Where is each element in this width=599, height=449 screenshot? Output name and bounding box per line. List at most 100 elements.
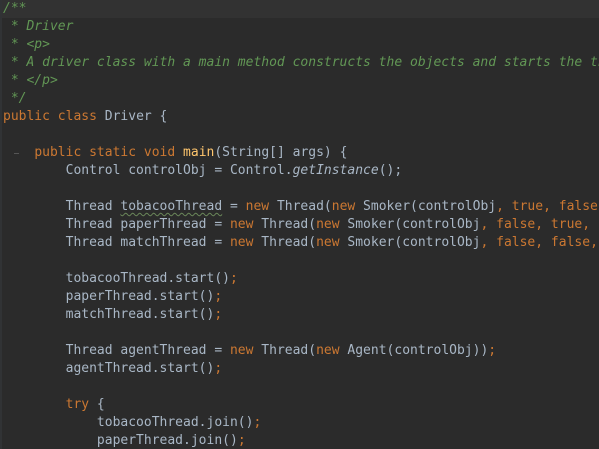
code-line: try { bbox=[3, 396, 599, 414]
code-text: Driver { bbox=[96, 109, 168, 124]
code-line: Thread paperThread = new Thread(new Smok… bbox=[3, 216, 599, 234]
comma: , bbox=[543, 199, 551, 214]
empty-line bbox=[3, 378, 599, 396]
keyword: void bbox=[143, 145, 176, 160]
code-text: Smoker(controlObj bbox=[339, 235, 481, 250]
code-text: Agent(controlObj)) bbox=[339, 343, 489, 358]
typo-identifier: tobacooThread bbox=[120, 199, 223, 214]
doc-comment: * <p> bbox=[3, 37, 50, 52]
empty-line bbox=[3, 126, 599, 144]
comma: , bbox=[582, 217, 591, 232]
code-text: Thread paperThread = bbox=[3, 217, 230, 232]
keyword: public bbox=[34, 145, 82, 160]
code-line: tobacooThread.start(); bbox=[3, 270, 599, 288]
code-line: Thread agentThread = new Thread(new Agen… bbox=[3, 342, 599, 360]
doc-comment: /** bbox=[3, 1, 27, 16]
keyword: new bbox=[316, 343, 340, 358]
semicolon: ; bbox=[214, 361, 223, 376]
code-line: tobacooThread.join(); bbox=[3, 414, 599, 432]
keyword: try bbox=[65, 397, 90, 412]
code-text: agentThread.start() bbox=[3, 361, 215, 376]
code-text: Thread( bbox=[269, 199, 332, 214]
code-line: paperThread.start(); bbox=[3, 288, 599, 306]
code-text: paperThread.join() bbox=[3, 433, 238, 448]
keyword: true bbox=[550, 217, 583, 232]
code-line: * A driver class with a main method cons… bbox=[3, 54, 599, 72]
code-text: Thread matchThread = bbox=[3, 235, 230, 250]
code-text: tobacooThread.start() bbox=[3, 271, 230, 286]
keyword: false bbox=[496, 217, 536, 232]
doc-comment: * Driver bbox=[3, 19, 74, 34]
code-line: Thread matchThread = new Thread(new Smok… bbox=[3, 234, 599, 252]
code-text: Thread( bbox=[253, 343, 317, 358]
code-text: (); bbox=[378, 163, 403, 178]
comma: , bbox=[496, 199, 504, 214]
code-line: matchThread.start(); bbox=[3, 306, 599, 324]
code-text: Smoker(controlObj bbox=[339, 217, 481, 232]
comma: , bbox=[590, 235, 598, 250]
code-line: Thread tobacooThread = new Thread(new Sm… bbox=[3, 198, 599, 216]
code-line: * </p> bbox=[3, 72, 599, 90]
code-line: * Driver bbox=[3, 18, 599, 36]
code-line: public class Driver { bbox=[3, 108, 599, 126]
code-text: Control controlObj = Control. bbox=[3, 163, 293, 178]
comma: , bbox=[535, 217, 544, 232]
keyword: new bbox=[316, 235, 340, 250]
code-text: (String[] args) { bbox=[214, 145, 348, 160]
code-text: tobacooThread.join() bbox=[3, 415, 254, 430]
keyword: public bbox=[3, 109, 50, 124]
code-text: = bbox=[222, 199, 246, 214]
code-line: public static void main(String[] args) { bbox=[3, 144, 599, 162]
keyword: false bbox=[496, 235, 536, 250]
keyword: static bbox=[89, 145, 137, 160]
code-text: { bbox=[89, 397, 105, 412]
code-text: Smoker(controlObj bbox=[355, 199, 497, 214]
empty-line bbox=[3, 324, 599, 342]
code-editor[interactable]: /** * Driver * <p> * A driver class with… bbox=[0, 0, 599, 449]
semicolon: ; bbox=[253, 415, 262, 430]
code-line: agentThread.start(); bbox=[3, 360, 599, 378]
static-method-call: getInstance bbox=[292, 163, 379, 178]
method-name: main bbox=[183, 145, 215, 160]
semicolon: ; bbox=[214, 307, 223, 322]
code-content[interactable]: /** * Driver * <p> * A driver class with… bbox=[3, 0, 599, 449]
code-line: */ bbox=[3, 90, 599, 108]
code-line: * <p> bbox=[3, 36, 599, 54]
semicolon: ; bbox=[237, 433, 246, 448]
keyword: true bbox=[511, 199, 544, 214]
code-text: paperThread.start() bbox=[3, 289, 215, 304]
semicolon: ; bbox=[488, 343, 497, 358]
semicolon: ; bbox=[229, 271, 238, 286]
keyword: false bbox=[558, 199, 598, 214]
keyword: class bbox=[57, 109, 97, 124]
comma: , bbox=[535, 235, 544, 250]
code-text: Thread bbox=[3, 199, 121, 214]
code-line: Control controlObj = Control.getInstance… bbox=[3, 162, 599, 180]
doc-comment: */ bbox=[3, 91, 27, 106]
code-text: Thread( bbox=[253, 235, 317, 250]
doc-comment: * A driver class with a main method cons… bbox=[3, 55, 599, 70]
keyword: new bbox=[229, 343, 254, 358]
keyword: new bbox=[316, 217, 340, 232]
code-text: Thread( bbox=[253, 217, 317, 232]
keyword: false bbox=[550, 235, 591, 250]
code-text: Thread agentThread = bbox=[3, 343, 230, 358]
keyword: new bbox=[229, 235, 254, 250]
semicolon: ; bbox=[214, 289, 223, 304]
code-line: /** bbox=[3, 0, 599, 18]
keyword: new bbox=[331, 199, 356, 214]
empty-line bbox=[3, 252, 599, 270]
